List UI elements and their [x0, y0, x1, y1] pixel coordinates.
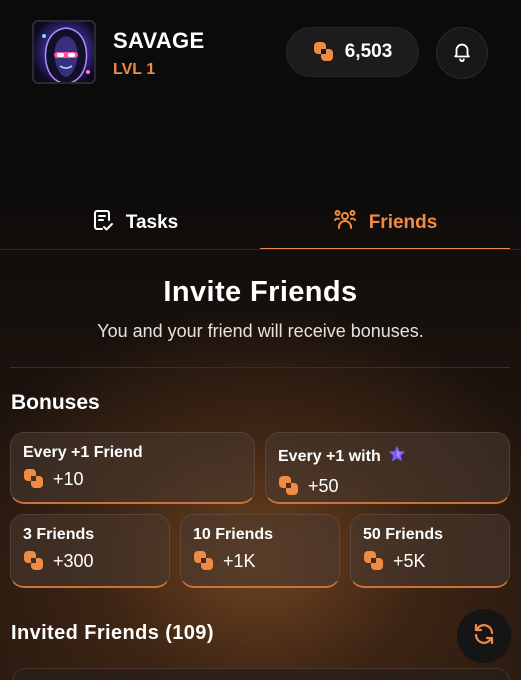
bonus-card-50-friends: 50 Friends +5K — [350, 514, 510, 588]
coin-icon — [278, 475, 300, 497]
hooded-avatar-icon — [34, 22, 94, 82]
page-subtitle: You and your friend will receive bonuses… — [97, 321, 424, 341]
section-divider — [10, 367, 510, 368]
user-level: LVL 1 — [113, 61, 156, 78]
bonus-card-label: 3 Friends — [23, 526, 95, 543]
bonus-card-label: 50 Friends — [363, 526, 444, 543]
refresh-icon — [472, 622, 496, 651]
tab-tasks-label: Tasks — [125, 212, 179, 233]
coin-icon — [193, 550, 215, 572]
bonus-card-every-friend: Every +1 Friend +10 — [10, 432, 255, 504]
bonus-card-reward: +300 — [53, 550, 94, 571]
coin-icon — [313, 41, 335, 63]
balance-value: 6,503 — [344, 41, 393, 62]
bonus-card-reward: +50 — [308, 475, 339, 496]
bonus-card-label: Every +1 Friend — [23, 444, 143, 461]
avatar[interactable] — [32, 20, 96, 84]
username: SAVAGE — [113, 28, 205, 53]
purple-star-icon — [387, 444, 407, 469]
invited-friends-heading: Invited Friends (109) — [11, 622, 214, 644]
bonus-card-10-friends: 10 Friends +1K — [180, 514, 340, 588]
tab-friends[interactable]: Friends — [260, 196, 510, 250]
tab-bar: Tasks Friends — [0, 196, 521, 250]
bonus-card-reward: +10 — [53, 468, 84, 489]
app-root: SAVAGE LVL 1 6,503 Tasks Friends Invite … — [0, 0, 521, 680]
bonus-card-3-friends: 3 Friends +300 — [10, 514, 170, 588]
invited-friends-list — [12, 668, 510, 680]
tab-friends-label: Friends — [368, 212, 438, 233]
bonuses-heading: Bonuses — [11, 391, 100, 414]
coin-balance[interactable]: 6,503 — [286, 27, 419, 77]
tab-tasks[interactable]: Tasks — [10, 196, 260, 250]
users-icon — [333, 208, 357, 238]
tab-divider — [0, 249, 521, 250]
refresh-button[interactable] — [457, 609, 511, 663]
coin-icon — [23, 468, 45, 490]
coin-icon — [23, 550, 45, 572]
bonus-card-every-premium-friend: Every +1 with +50 — [265, 432, 510, 504]
bell-icon — [451, 40, 473, 67]
bonus-card-label: 10 Friends — [193, 526, 274, 543]
bonus-card-reward: +5K — [393, 550, 426, 571]
notifications-button[interactable] — [436, 27, 488, 79]
coin-icon — [363, 550, 385, 572]
bonus-card-reward: +1K — [223, 550, 256, 571]
clipboard-check-icon — [92, 208, 114, 238]
page-title: Invite Friends — [163, 276, 358, 308]
bonus-card-label: Every +1 with — [278, 447, 381, 465]
